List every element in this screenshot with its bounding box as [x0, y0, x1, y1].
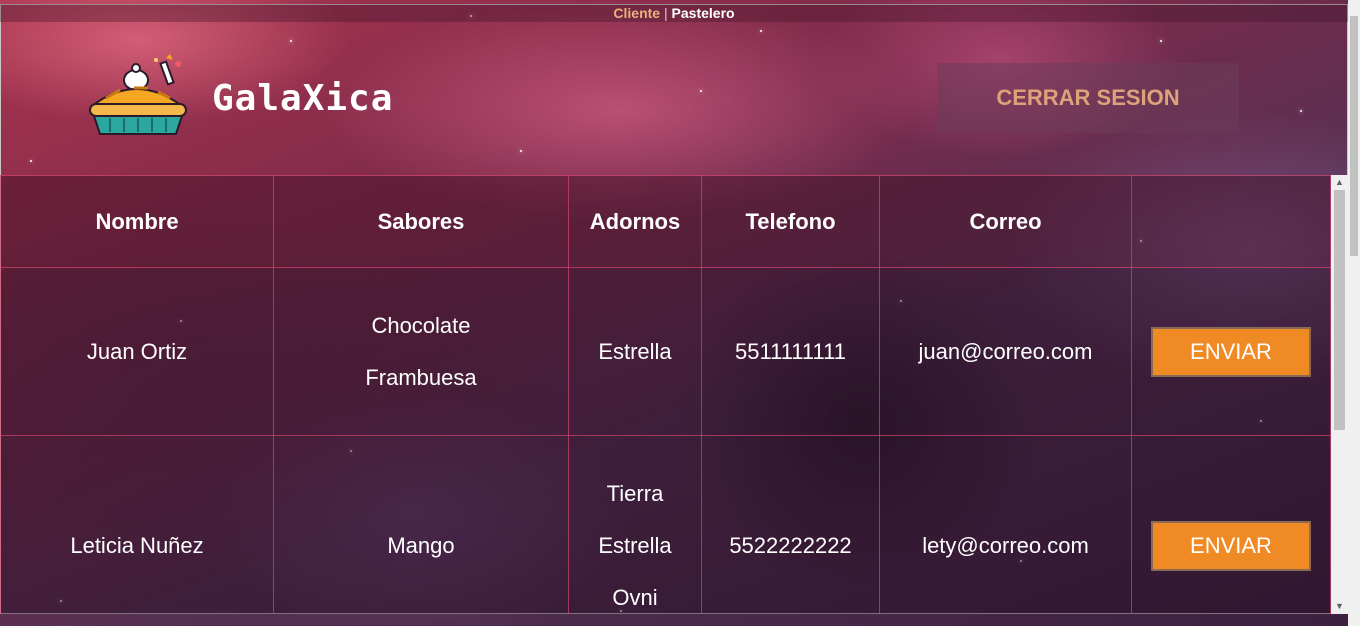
scroll-down-icon[interactable]: ▼ [1331, 599, 1348, 614]
pie-rocket-icon [89, 54, 187, 135]
cell-telefono: 5511111111 [701, 267, 880, 436]
brand-title: GalaXica [212, 78, 394, 119]
column-header-sabores: Sabores [273, 175, 569, 268]
orders-table: Nombre Sabores Adornos Telefono Correo J… [0, 175, 1331, 614]
table-row: Juan Ortiz Chocolate Frambuesa Estrella … [0, 267, 1331, 436]
cell-correo: lety@correo.com [879, 435, 1132, 614]
cell-nombre: Juan Ortiz [0, 267, 274, 436]
cell-action: ENVIAR [1131, 267, 1331, 436]
cell-correo: juan@correo.com [879, 267, 1132, 436]
cell-sabores: Chocolate Frambuesa [273, 267, 569, 436]
scroll-up-icon[interactable]: ▲ [1331, 175, 1348, 190]
column-header-adornos: Adornos [568, 175, 702, 268]
table-row: Leticia Nuñez Mango Tierra Estrella Ovni… [0, 435, 1331, 614]
adorno-item: Estrella [598, 533, 672, 558]
sabor-item: Mango [387, 533, 455, 558]
cell-nombre: Leticia Nuñez [0, 435, 274, 614]
send-button[interactable]: ENVIAR [1151, 521, 1311, 571]
cell-adornos: Tierra Estrella Ovni [568, 435, 702, 614]
column-header-correo: Correo [879, 175, 1132, 268]
sabor-item: Frambuesa [365, 364, 477, 390]
orders-table-container: Nombre Sabores Adornos Telefono Correo J… [0, 175, 1331, 614]
logout-button[interactable]: CERRAR SESION [937, 63, 1239, 133]
cell-telefono: 5522222222 [701, 435, 880, 614]
cell-sabores: Mango [273, 435, 569, 614]
cell-adornos: Estrella [568, 267, 702, 436]
adorno-item: Estrella [598, 338, 672, 364]
window-scrollbar-thumb[interactable] [1350, 16, 1358, 256]
table-header-row: Nombre Sabores Adornos Telefono Correo [0, 175, 1331, 268]
nav-separator: | [664, 5, 668, 21]
adorno-item: Ovni [612, 585, 658, 610]
send-button[interactable]: ENVIAR [1151, 326, 1311, 377]
cell-action: ENVIAR [1131, 435, 1331, 614]
scrollbar-thumb[interactable] [1334, 190, 1345, 430]
column-header-nombre: Nombre [0, 175, 274, 268]
sabor-item: Chocolate [371, 312, 471, 338]
column-header-telefono: Telefono [701, 175, 880, 268]
top-nav: Cliente | Pastelero [0, 4, 1348, 22]
nav-link-pastelero[interactable]: Pastelero [672, 5, 735, 21]
adorno-item: Tierra [606, 481, 664, 506]
nav-link-cliente[interactable]: Cliente [613, 5, 660, 21]
table-scrollbar[interactable]: ▲ ▼ [1331, 175, 1348, 614]
column-header-action [1131, 175, 1331, 268]
window-scrollbar[interactable] [1348, 0, 1360, 626]
